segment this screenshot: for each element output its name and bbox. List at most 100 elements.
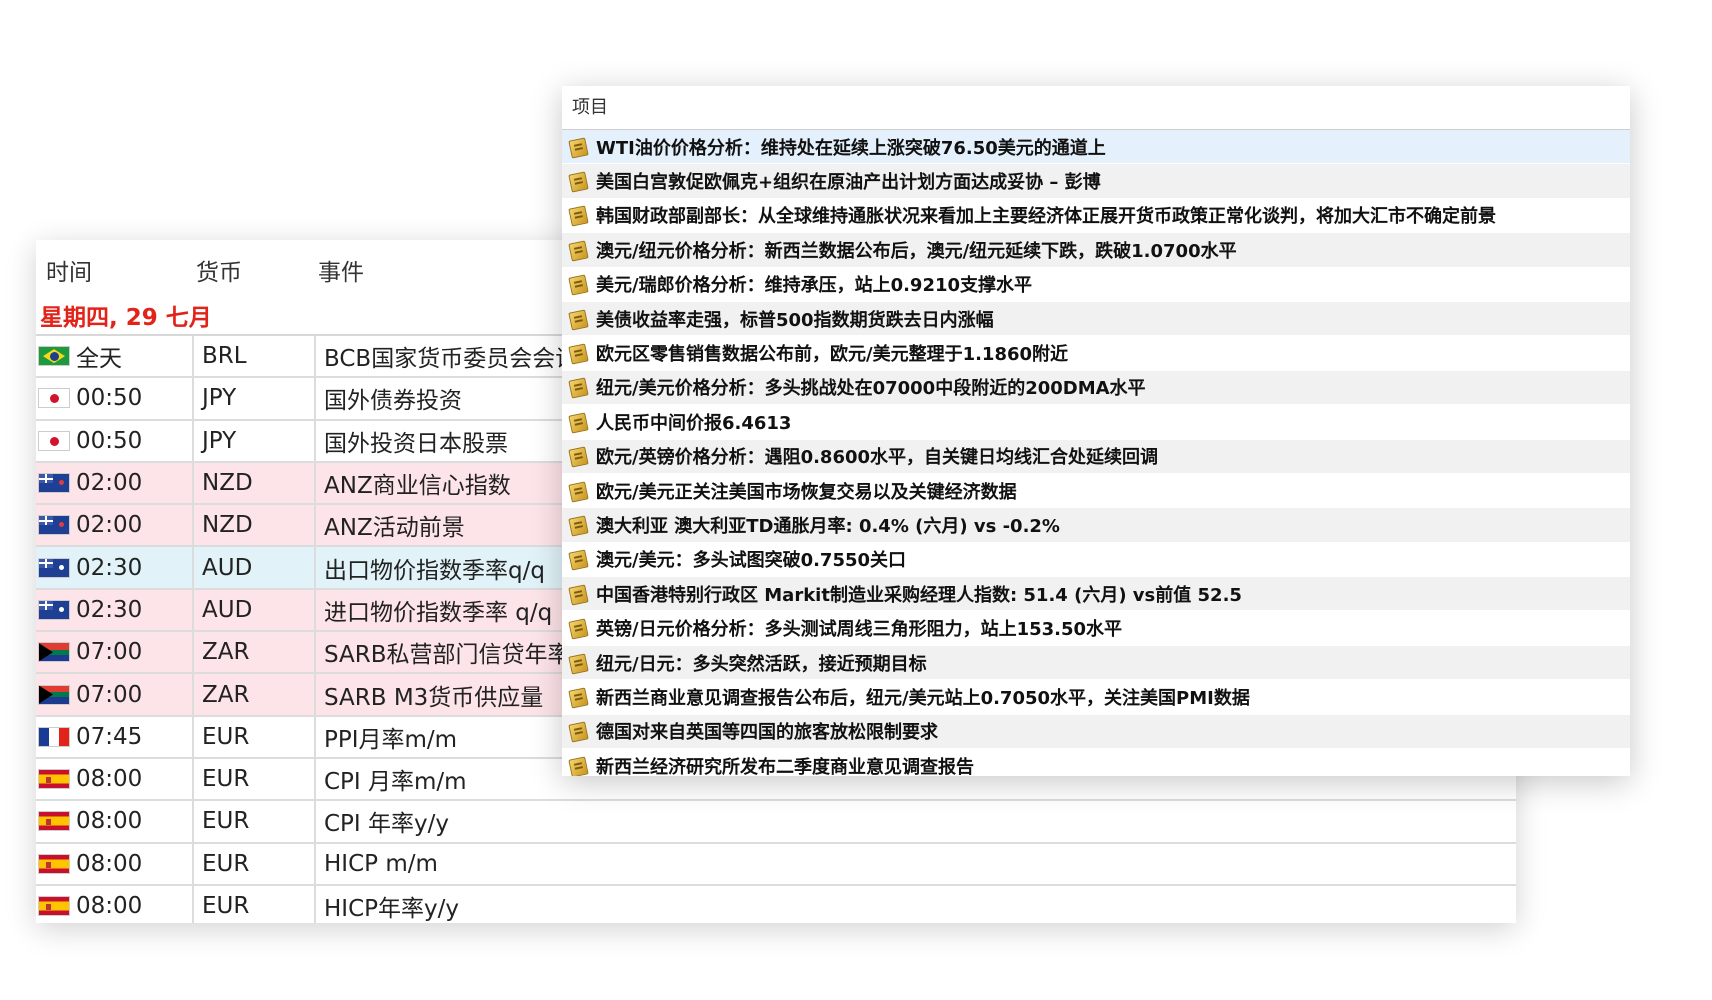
news-scroll-icon <box>568 377 588 397</box>
south-africa-flag-icon <box>38 642 70 663</box>
news-title: 新西兰经济研究所发布二季度商业意见调查报告 <box>596 756 974 776</box>
table-row[interactable]: 08:00 EUR HICP年率y/y <box>36 885 1516 923</box>
list-item[interactable]: 韩国财政部副部长：从全球维持通胀状况来看加上主要经济体正展开货币政策正常化谈判，… <box>562 199 1630 234</box>
news-title: 澳元/美元：多头试图突破0.7550关口 <box>596 550 907 572</box>
table-row[interactable]: 08:00 EUR HICP m/m <box>36 843 1516 886</box>
row-time: 02:30 <box>76 596 143 623</box>
row-event: HICP m/m <box>324 850 438 877</box>
spain-flag-icon <box>38 853 70 874</box>
list-item[interactable]: WTI油价价格分析：维持处在延续上涨突破76.50美元的通道上 <box>562 130 1630 165</box>
spain-flag-icon <box>38 811 70 832</box>
news-column-header[interactable]: 项目 <box>562 86 1630 130</box>
news-scroll-icon <box>568 412 588 432</box>
list-item[interactable]: 新西兰经济研究所发布二季度商业意见调查报告 <box>562 749 1630 776</box>
news-title: 人民币中间价报6.4613 <box>596 412 792 434</box>
list-item[interactable]: 美元/瑞郎价格分析：维持承压，站上0.9210支撑水平 <box>562 268 1630 302</box>
list-item[interactable]: 欧元/英镑价格分析：遇阻0.8600水平，自关键日均线汇合处延续回调 <box>562 439 1630 474</box>
news-title: 美元/瑞郎价格分析：维持承压，站上0.9210支撑水平 <box>596 275 1033 297</box>
list-item[interactable]: 德国对来自英国等四国的旅客放松限制要求 <box>562 714 1630 750</box>
south-africa-flag-icon <box>38 684 70 705</box>
list-item[interactable]: 中国香港特别行政区 Markit制造业采购经理人指数: 51.4 (六月) vs… <box>562 577 1630 612</box>
news-scroll-icon <box>568 481 588 501</box>
list-item[interactable]: 澳元/美元：多头试图突破0.7550关口 <box>562 543 1630 578</box>
brazil-flag-icon <box>38 346 70 367</box>
row-currency: EUR <box>194 758 316 800</box>
news-title: 纽元/日元：多头突然活跃，接近预期目标 <box>596 653 927 675</box>
news-scroll-icon <box>568 137 588 157</box>
row-time: 08:00 <box>76 850 143 877</box>
news-title: 韩国财政部副部长：从全球维持通胀状况来看加上主要经济体正展开货币政策正常化谈判，… <box>596 206 1496 228</box>
row-currency: EUR <box>194 801 316 842</box>
row-time: 08:00 <box>76 893 143 919</box>
column-header-time[interactable]: 时间 <box>36 253 196 287</box>
news-rows: WTI油价价格分析：维持处在延续上涨突破76.50美元的通道上 美国白宫敦促欧佩… <box>562 130 1630 776</box>
news-title: 美债收益率走强，标普500指数期货跌去日内涨幅 <box>596 309 994 331</box>
list-item[interactable]: 欧元区零售销售数据公布前，欧元/美元整理于1.1860附近 <box>562 336 1630 371</box>
spain-flag-icon <box>38 769 70 790</box>
news-scroll-icon <box>568 618 588 638</box>
news-scroll-icon <box>568 549 588 569</box>
news-title: 德国对来自英国等四国的旅客放松限制要求 <box>596 722 938 744</box>
news-title: 中国香港特别行政区 Markit制造业采购经理人指数: 51.4 (六月) vs… <box>596 584 1242 606</box>
row-currency: EUR <box>194 716 316 757</box>
news-scroll-icon <box>568 309 588 329</box>
news-scroll-icon <box>568 446 588 466</box>
list-item[interactable]: 美债收益率走强，标普500指数期货跌去日内涨幅 <box>562 301 1630 337</box>
row-time: 02:30 <box>76 554 143 581</box>
row-event: CPI 年率y/y <box>324 811 449 838</box>
news-list-panel: 项目 WTI油价价格分析：维持处在延续上涨突破76.50美元的通道上 美国白宫敦… <box>562 86 1630 776</box>
news-title: 新西兰商业意见调查报告公布后，纽元/美元站上0.7050水平，关注美国PMI数据 <box>596 687 1250 709</box>
news-title: WTI油价价格分析：维持处在延续上涨突破76.50美元的通道上 <box>596 137 1106 159</box>
news-scroll-icon <box>568 721 588 741</box>
news-title: 纽元/美元价格分析：多头挑战处在07000中段附近的200DMA水平 <box>596 378 1146 400</box>
list-item[interactable]: 纽元/日元：多头突然活跃，接近预期目标 <box>562 645 1630 681</box>
row-time: 08:00 <box>76 808 143 835</box>
list-item[interactable]: 纽元/美元价格分析：多头挑战处在07000中段附近的200DMA水平 <box>562 370 1630 406</box>
news-scroll-icon <box>568 240 588 260</box>
australia-flag-icon <box>38 599 70 620</box>
row-currency: EUR <box>194 885 316 923</box>
list-item[interactable]: 美国白宫敦促欧佩克+组织在原油产出计划方面达成妥协 – 彭博 <box>562 164 1630 199</box>
news-scroll-icon <box>568 343 588 363</box>
news-scroll-icon <box>568 515 588 535</box>
list-item[interactable]: 澳大利亚 澳大利亚TD通胀月率: 0.4% (六月) vs -0.2% <box>562 508 1630 543</box>
row-time: 00:50 <box>76 385 143 412</box>
japan-flag-icon <box>38 388 70 409</box>
row-currency: NZD <box>194 462 316 504</box>
list-item[interactable]: 欧元/美元正关注美国市场恢复交易以及关键经济数据 <box>562 474 1630 509</box>
japan-flag-icon <box>38 430 70 451</box>
list-item[interactable]: 新西兰商业意见调查报告公布后，纽元/美元站上0.7050水平，关注美国PMI数据 <box>562 680 1630 715</box>
new-zealand-flag-icon <box>38 473 70 494</box>
news-scroll-icon <box>568 205 588 225</box>
row-time: 08:00 <box>76 766 143 793</box>
list-item[interactable]: 人民币中间价报6.4613 <box>562 405 1630 440</box>
france-flag-icon <box>38 726 70 747</box>
news-title: 英镑/日元价格分析：多头测试周线三角形阻力，站上153.50水平 <box>596 619 1123 641</box>
news-scroll-icon <box>568 687 588 707</box>
row-time: 07:00 <box>76 639 143 666</box>
row-time: 07:00 <box>76 681 143 708</box>
row-time: 07:45 <box>76 723 143 750</box>
row-currency: AUD <box>194 547 316 588</box>
list-item[interactable]: 英镑/日元价格分析：多头测试周线三角形阻力，站上153.50水平 <box>562 611 1630 646</box>
news-title: 欧元区零售销售数据公布前，欧元/美元整理于1.1860附近 <box>596 344 1069 366</box>
news-scroll-icon <box>568 584 588 604</box>
row-currency: AUD <box>194 589 316 631</box>
table-row[interactable]: 08:00 EUR CPI 年率y/y <box>36 801 1516 844</box>
row-time: 00:50 <box>76 427 143 454</box>
news-scroll-icon <box>568 171 588 191</box>
row-time: 全天 <box>76 346 122 373</box>
news-title: 澳元/纽元价格分析：新西兰数据公布后，澳元/纽元延续下跌，跌破1.0700水平 <box>596 240 1237 262</box>
row-time: 02:00 <box>76 470 143 497</box>
row-currency: ZAR <box>194 674 316 715</box>
row-currency: JPY <box>194 378 316 419</box>
row-event: HICP年率y/y <box>324 896 459 922</box>
row-currency: JPY <box>194 420 316 461</box>
news-scroll-icon <box>568 274 588 294</box>
row-currency: NZD <box>194 505 316 546</box>
column-header-currency[interactable]: 货币 <box>196 253 318 287</box>
list-item[interactable]: 澳元/纽元价格分析：新西兰数据公布后，澳元/纽元延续下跌，跌破1.0700水平 <box>562 233 1630 268</box>
spain-flag-icon <box>38 896 70 916</box>
news-title: 澳大利亚 澳大利亚TD通胀月率: 0.4% (六月) vs -0.2% <box>596 515 1060 537</box>
news-scroll-icon <box>568 653 588 673</box>
